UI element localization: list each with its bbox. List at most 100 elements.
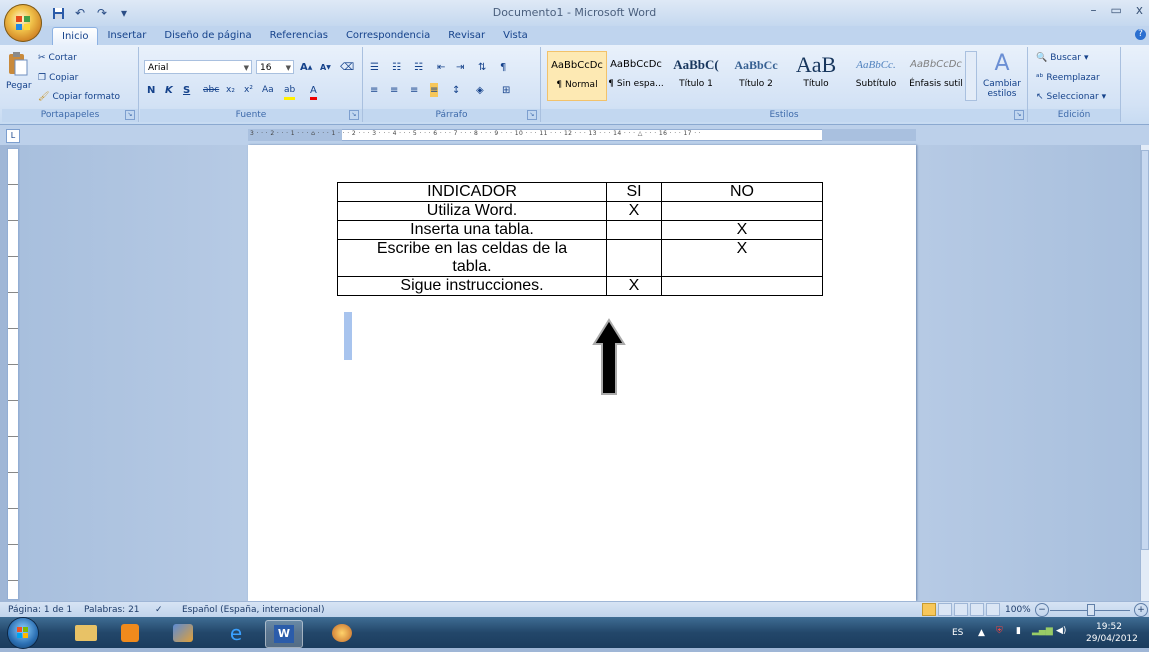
increase-indent-icon[interactable]: ⇥ [456, 60, 464, 74]
copy-button[interactable]: ❐ Copiar [38, 73, 78, 83]
show-hidden-icons-icon[interactable]: ▲ [978, 628, 985, 638]
font-name-dropdown-icon[interactable]: ▼ [244, 61, 249, 75]
shading-icon[interactable]: ◈ [476, 83, 484, 97]
minimize-button[interactable]: – [1091, 3, 1097, 17]
change-case-button[interactable]: Aa [262, 83, 274, 97]
font-size-combo[interactable]: 16 ▼ [256, 60, 294, 74]
vertical-ruler[interactable] [7, 148, 19, 600]
styles-launcher-icon[interactable]: ↘ [1014, 110, 1024, 120]
tab-inicio[interactable]: Inicio [52, 27, 99, 46]
highlight-button[interactable]: ab [284, 83, 296, 100]
paint-taskbar-icon[interactable] [324, 620, 360, 646]
tools-taskbar-icon[interactable] [165, 620, 201, 646]
document-table[interactable]: INDICADOR SI NO Utiliza Word. X Inserta … [337, 182, 823, 296]
strikethrough-button[interactable]: abc [203, 83, 219, 97]
show-marks-icon[interactable]: ¶ [500, 60, 506, 74]
tab-diseno-pagina[interactable]: Diseño de página [155, 27, 260, 45]
word-taskbar-icon[interactable]: W [265, 620, 303, 648]
table-cell[interactable]: X [661, 239, 823, 277]
vertical-scrollbar-thumb[interactable] [1141, 150, 1149, 550]
select-button[interactable]: ↖ Seleccionar ▾ [1036, 92, 1106, 102]
multilevel-list-icon[interactable]: ☵ [414, 60, 423, 74]
clock-date[interactable]: 29/04/2012 [1086, 634, 1138, 644]
table-cell[interactable]: X [661, 220, 823, 240]
table-cell[interactable]: Sigue instrucciones. [337, 276, 607, 296]
shrink-font-button[interactable]: A ▼ [320, 60, 331, 74]
style-normal[interactable]: AaBbCcDc ¶ Normal [547, 51, 607, 101]
start-button[interactable] [8, 618, 38, 648]
subscript-button[interactable]: x₂ [226, 83, 235, 97]
decrease-indent-icon[interactable]: ⇤ [437, 60, 445, 74]
borders-icon[interactable]: ⊞ [502, 83, 510, 97]
justify-icon[interactable]: ≡ [430, 83, 439, 97]
italic-button[interactable]: K [165, 83, 173, 97]
find-button[interactable]: 🔍 Buscar ▾ [1036, 53, 1088, 63]
table-cell[interactable]: X [606, 276, 662, 296]
clock-time[interactable]: 19:52 [1096, 622, 1122, 632]
table-cell[interactable]: X [606, 201, 662, 221]
customize-qat-icon[interactable]: ▾ [116, 5, 132, 21]
close-button[interactable]: x [1136, 3, 1143, 17]
superscript-button[interactable]: x² [244, 83, 253, 97]
tab-referencias[interactable]: Referencias [261, 27, 337, 45]
align-left-icon[interactable]: ≡ [370, 83, 378, 97]
format-painter-button[interactable]: 🖌 Copiar formato [38, 92, 120, 102]
page-count[interactable]: Página: 1 de 1 [8, 605, 72, 615]
tab-correspondencia[interactable]: Correspondencia [337, 27, 439, 45]
clipboard-launcher-icon[interactable]: ↘ [125, 110, 135, 120]
table-header-cell[interactable]: INDICADOR [337, 182, 607, 202]
language-status[interactable]: Español (España, internacional) [182, 605, 324, 615]
undo-icon[interactable]: ↶ [72, 5, 88, 21]
style-titulo[interactable]: AaB Título [787, 51, 845, 99]
line-spacing-icon[interactable]: ↕ [452, 83, 460, 97]
align-right-icon[interactable]: ≡ [410, 83, 418, 97]
style-enfasis-sutil[interactable]: AaBbCcDc Énfasis sutil [907, 51, 965, 99]
explorer-taskbar-icon[interactable] [68, 620, 104, 646]
zoom-in-icon[interactable]: + [1134, 603, 1148, 617]
table-cell[interactable] [661, 201, 823, 221]
grow-font-button[interactable]: A ▲ [300, 60, 312, 74]
network-icon[interactable]: ▂▄▆ [1032, 626, 1053, 636]
clear-format-icon[interactable]: ⌫ [340, 60, 354, 74]
restore-button[interactable]: ▭ [1111, 3, 1122, 17]
cut-button[interactable]: ✂ Cortar [38, 53, 77, 63]
paste-button[interactable]: Pegar [6, 51, 32, 103]
align-center-icon[interactable]: ≡ [390, 83, 398, 97]
bold-button[interactable]: N [147, 83, 155, 97]
help-icon[interactable]: ? [1135, 29, 1146, 40]
security-icon[interactable]: ⛨ [996, 626, 1003, 636]
numbering-icon[interactable]: ☷ [392, 60, 401, 74]
table-cell[interactable] [661, 276, 823, 296]
font-name-combo[interactable]: Arial ▼ [144, 60, 252, 74]
style-subtitulo[interactable]: AaBbCc. Subtítulo [847, 51, 905, 99]
style-titulo-2[interactable]: AaBbCc Título 2 [727, 51, 785, 99]
sort-icon[interactable]: ⇅ [478, 60, 486, 74]
styles-gallery-scroll[interactable] [965, 51, 977, 101]
zoom-level[interactable]: 100% [1005, 605, 1031, 615]
zoom-slider-thumb[interactable] [1087, 604, 1095, 616]
table-cell[interactable]: Utiliza Word. [337, 201, 607, 221]
style-titulo-1[interactable]: AaBbC( Título 1 [667, 51, 725, 99]
font-size-dropdown-icon[interactable]: ▼ [286, 61, 291, 75]
table-cell[interactable]: Inserta una tabla. [337, 220, 607, 240]
table-cell[interactable] [606, 239, 662, 277]
volume-icon[interactable]: ◀) [1056, 626, 1066, 636]
tab-vista[interactable]: Vista [494, 27, 537, 45]
table-cell[interactable] [606, 220, 662, 240]
tab-selector-button[interactable]: L [6, 129, 20, 143]
change-styles-button[interactable]: A Cambiar estilos [978, 51, 1026, 99]
style-sin-espaciado[interactable]: AaBbCcDc ¶ Sin espa... [607, 51, 665, 99]
tab-revisar[interactable]: Revisar [439, 27, 494, 45]
office-button[interactable] [4, 4, 42, 42]
internet-explorer-taskbar-icon[interactable]: e [218, 620, 254, 646]
table-header-cell[interactable]: SI [606, 182, 662, 202]
table-header-cell[interactable]: NO [661, 182, 823, 202]
tab-insertar[interactable]: Insertar [98, 27, 155, 45]
battery-icon[interactable]: ▮ [1016, 626, 1021, 636]
paragraph-launcher-icon[interactable]: ↘ [527, 110, 537, 120]
font-color-button[interactable]: A [310, 83, 317, 100]
replace-button[interactable]: ᵃᵇ Reemplazar [1036, 73, 1100, 83]
bullets-icon[interactable]: ☰ [370, 60, 379, 74]
zoom-out-icon[interactable]: − [1035, 603, 1049, 617]
table-cell[interactable]: Escribe en las celdas de la tabla. [337, 239, 607, 277]
